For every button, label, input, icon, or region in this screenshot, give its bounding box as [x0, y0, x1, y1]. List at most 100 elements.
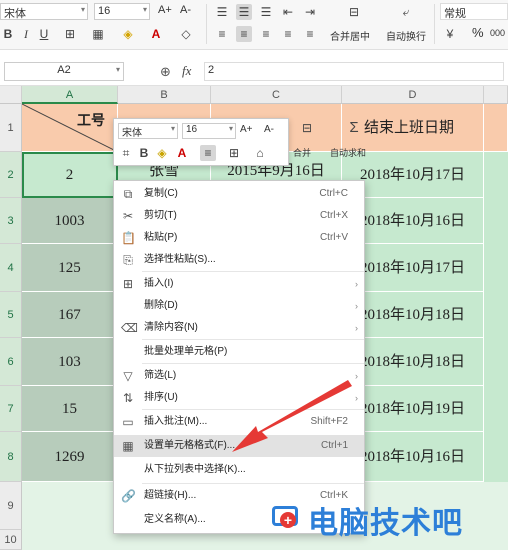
font-name-select[interactable]: 宋体 ▾ [0, 3, 88, 20]
paste-special-icon: ⎘ [123, 253, 133, 267]
mini-autosum-button[interactable]: 自动求和 [330, 146, 366, 159]
menu-item[interactable]: ⎘ 选择性粘贴(S)... [114, 249, 364, 271]
menu-item-label: 复制(C) [144, 188, 178, 199]
row-header[interactable]: 8 [0, 432, 22, 482]
fill-color-icon[interactable]: ◈ [120, 26, 136, 42]
comma-button[interactable]: 000 [490, 28, 505, 38]
row-header[interactable]: 6 [0, 338, 22, 386]
header-cell-a1[interactable]: 工号 [22, 104, 118, 152]
align-left-icon[interactable]: ≡ [214, 26, 230, 42]
row-header[interactable]: 10 [0, 530, 22, 550]
wrap-text-button[interactable]: 自动换行 [386, 28, 426, 43]
id-cell[interactable]: 15 [22, 386, 118, 432]
merge-center-button[interactable]: 合并居中 [330, 28, 370, 43]
row-header[interactable]: 3 [0, 198, 22, 244]
menu-item[interactable]: 📋 粘贴(P) Ctrl+V [114, 227, 364, 249]
menu-item[interactable]: 删除(D) › [114, 295, 364, 317]
menu-item-label: 定义名称(A)... [144, 514, 206, 525]
column-header[interactable]: D [342, 86, 484, 104]
autosum-icon[interactable]: Σ [344, 120, 364, 136]
menu-item[interactable]: 批量处理单元格(P) [114, 341, 364, 363]
header-cell-e1[interactable] [484, 104, 508, 152]
watermark-logo-icon: + [272, 502, 304, 532]
menu-item[interactable]: ⧉ 复制(C) Ctrl+C [114, 183, 364, 205]
row-header[interactable]: 2 [0, 152, 22, 198]
bold-icon[interactable]: B [0, 26, 16, 42]
font-size-select[interactable]: 16 ▾ [94, 3, 150, 20]
mini-font-select[interactable]: 宋体 ▾ [118, 123, 178, 139]
font-color-icon[interactable]: A [174, 145, 190, 161]
bold-icon[interactable]: B [136, 145, 152, 161]
underline-icon[interactable]: U [36, 26, 52, 42]
chevron-right-icon: › [355, 279, 358, 289]
column-header[interactable] [484, 86, 508, 104]
fill-color-icon[interactable]: ◈ [154, 145, 170, 161]
chevron-right-icon: › [355, 301, 358, 311]
fx-icon[interactable]: fx [182, 63, 191, 79]
italic-icon[interactable]: I [18, 26, 34, 42]
align-right-icon[interactable]: ≡ [258, 26, 274, 42]
border-icon[interactable]: ⊞ [226, 145, 242, 161]
border-icon[interactable]: ⊞ [62, 26, 78, 42]
wrap-text-icon[interactable]: ⤶ [396, 4, 416, 20]
row-header[interactable]: 1 [0, 104, 22, 152]
menu-item-label: 选择性粘贴(S)... [144, 254, 216, 265]
name-box[interactable]: A2 ▾ [4, 62, 124, 81]
mini-toolbar: 宋体 ▾ 16 ▾ A+ A- ⌗ B ◈ A ≡ ⊞ ⌂ [113, 118, 289, 166]
menu-item[interactable]: ⌫ 清除内容(N) › [114, 317, 364, 339]
percent-button[interactable]: % [472, 25, 484, 40]
row-header[interactable]: 4 [0, 244, 22, 292]
menu-item-label: 插入批注(M)... [144, 416, 208, 427]
select-all-corner[interactable] [0, 86, 22, 104]
eraser-icon[interactable]: ◇ [178, 26, 194, 42]
outdent-icon[interactable]: ⇥ [302, 4, 318, 20]
menu-item[interactable]: ▦ 设置单元格格式(F)... Ctrl+1 [114, 435, 364, 457]
mini-size-select[interactable]: 16 ▾ [182, 123, 236, 139]
id-cell[interactable]: 103 [22, 338, 118, 386]
font-grow-button[interactable]: A+ [158, 4, 172, 16]
font-shrink-button[interactable]: A- [180, 4, 191, 16]
mini-merge-button[interactable]: 合并 [293, 146, 311, 159]
align-center-icon[interactable]: ≡ [236, 26, 252, 42]
menu-item[interactable]: ⊞ 插入(I) › [114, 273, 364, 295]
mini-shrink-button[interactable]: A- [264, 124, 274, 135]
id-cell[interactable]: 167 [22, 292, 118, 338]
id-cell[interactable]: 1269 [22, 432, 118, 482]
cell-style-icon[interactable]: ▦ [90, 26, 106, 42]
zoom-search-icon[interactable]: ⊕ [160, 64, 171, 80]
distribute-icon[interactable]: ≡ [302, 26, 318, 42]
font-color-icon[interactable]: A [148, 26, 164, 42]
number-format-select[interactable]: 常规 [440, 3, 508, 20]
menu-item-shortcut: Ctrl+C [319, 188, 348, 199]
justify-icon[interactable]: ≡ [280, 26, 296, 42]
format-painter-icon[interactable]: ⌗ [118, 145, 134, 161]
row-header[interactable]: 9 [0, 482, 22, 530]
menu-item[interactable]: ⇅ 排序(U) › [114, 387, 364, 409]
align-middle-icon[interactable]: ☰ [236, 4, 252, 20]
row-header[interactable]: 5 [0, 292, 22, 338]
chevron-right-icon: › [355, 323, 358, 333]
column-header[interactable]: C [211, 86, 342, 104]
id-cell[interactable]: 125 [22, 244, 118, 292]
fill-bucket-icon[interactable]: ⌂ [252, 145, 268, 161]
currency-icon[interactable]: ¥ [442, 26, 458, 42]
paste-icon: 📋 [121, 231, 136, 245]
id-cell[interactable]: 1003 [22, 198, 118, 244]
merge-icon[interactable]: ⊟ [296, 120, 318, 136]
align-bottom-icon[interactable]: ☰ [258, 4, 274, 20]
column-header[interactable]: A [22, 86, 118, 104]
menu-item[interactable]: ▭ 插入批注(M)... Shift+F2 [114, 411, 364, 433]
menu-item[interactable]: ▽ 筛选(L) › [114, 365, 364, 387]
align-top-icon[interactable]: ☰ [214, 4, 230, 20]
formula-input[interactable]: 2 [204, 62, 504, 81]
column-header[interactable]: B [118, 86, 211, 104]
mini-grow-button[interactable]: A+ [240, 124, 253, 135]
divider [206, 4, 207, 44]
align-center-icon[interactable]: ≡ [200, 145, 216, 161]
menu-item[interactable]: ✂ 剪切(T) Ctrl+X [114, 205, 364, 227]
menu-item[interactable]: 从下拉列表中选择(K)... [114, 459, 364, 481]
row-header[interactable]: 7 [0, 386, 22, 432]
indent-icon[interactable]: ⇤ [280, 4, 296, 20]
id-cell-active[interactable]: 2 [22, 152, 118, 198]
merge-center-icon[interactable]: ⊟ [344, 4, 364, 20]
